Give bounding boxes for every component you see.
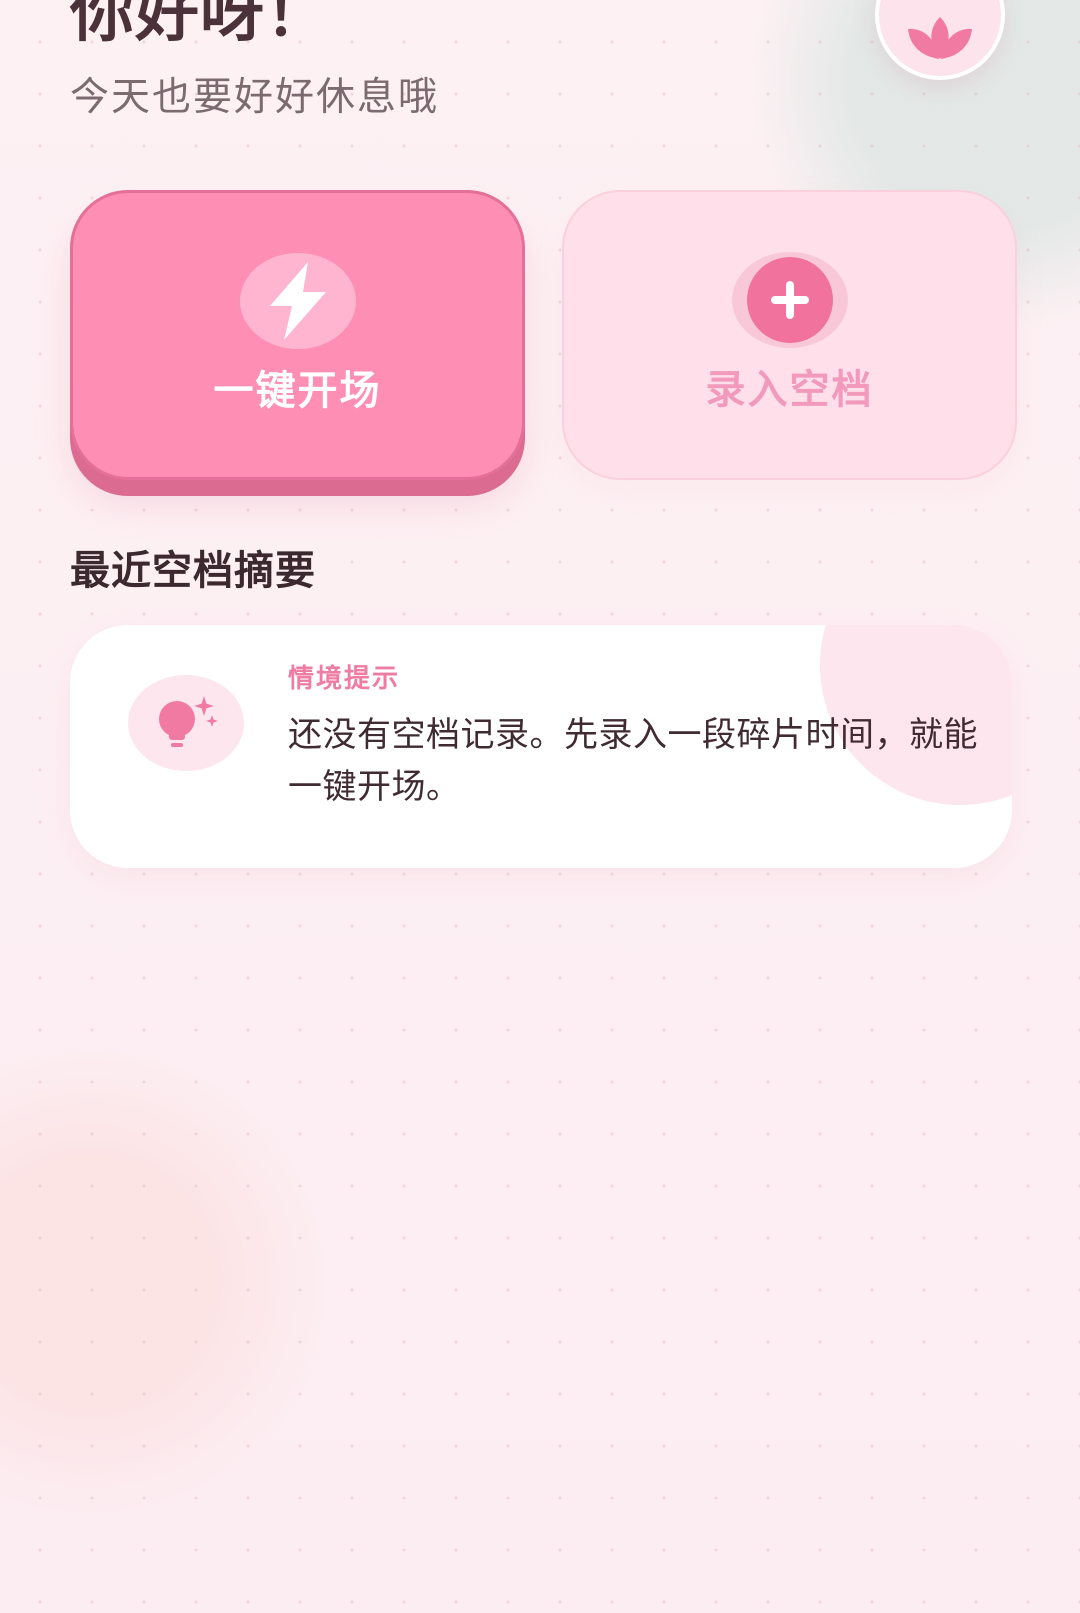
home-page: 你好呀！ 今天也要好好休息哦 一键开场 录入空档 最近空档摘要 情境提示 还没有… [0,0,1080,1613]
record-gap-icon-background [731,252,848,348]
greeting-subtitle: 今天也要好好休息哦 [70,75,440,120]
record-gap-label: 录入空档 [705,367,874,413]
context-tip-message: 还没有空档记录。先录入一段碎片时间，就能一键开场。 [288,715,978,807]
record-gap-button[interactable]: 录入空档 [562,190,1017,480]
profile-avatar-button[interactable] [875,0,1005,80]
quick-start-label: 一键开场 [213,368,382,414]
plus-disc [746,257,833,343]
plus-icon [770,281,809,319]
lightning-icon [269,262,326,340]
quick-start-button[interactable]: 一键开场 [70,190,525,480]
lotus-icon [908,17,972,59]
lightbulb-icon [159,696,218,747]
greeting-title: 你好呀！ [70,0,330,51]
quick-start-icon-background [239,253,356,349]
context-tip-card: 情境提示 还没有空档记录。先录入一段碎片时间，就能一键开场。 [70,625,1012,868]
tip-icon-background [128,675,244,771]
recent-summary-title: 最近空档摘要 [70,548,316,594]
context-tip-label: 情境提示 [288,664,401,694]
